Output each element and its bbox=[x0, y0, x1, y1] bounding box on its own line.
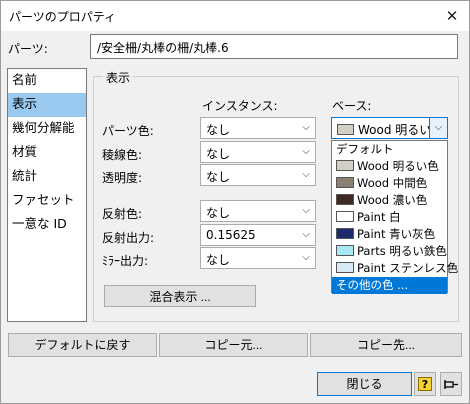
color-swatch bbox=[336, 245, 354, 256]
chevron-down-icon: ⌵ bbox=[302, 146, 310, 157]
edge-color-label: 稜線色: bbox=[102, 148, 143, 162]
parts-label: パーツ: bbox=[8, 42, 48, 56]
help-icon-glyph: ? bbox=[418, 377, 432, 391]
chevron-down-icon[interactable]: ⌵ bbox=[429, 118, 447, 138]
dropdown-item-other-colors[interactable]: その他の色 ... bbox=[332, 277, 447, 294]
transparency-instance-select[interactable]: なし ⌵ bbox=[200, 164, 316, 186]
base-column-header: ベース: bbox=[332, 99, 372, 113]
part-color-label: パーツ色: bbox=[102, 124, 154, 138]
transparency-instance-value: なし bbox=[206, 170, 231, 184]
edge-color-instance-value: なし bbox=[206, 147, 231, 161]
mirror-output-instance-value: なし bbox=[206, 253, 231, 267]
dropdown-item-default[interactable]: デフォルト bbox=[332, 141, 447, 158]
title-bar[interactable]: パーツのプロパティ ✕ bbox=[1, 1, 469, 31]
copy-to-button[interactable]: コピー先... bbox=[310, 333, 462, 357]
part-color-instance-value: なし bbox=[206, 123, 231, 137]
chevron-down-icon: ⌵ bbox=[302, 229, 310, 240]
close-icon[interactable]: ✕ bbox=[441, 5, 463, 27]
base-color-dropdown[interactable]: デフォルト Wood 明るい色 Wood 中間色 Wood 濃い色 Paint … bbox=[331, 140, 458, 294]
dropdown-item-parts-light-iron[interactable]: Parts 明るい鉄色 bbox=[332, 243, 447, 260]
dropdown-item-wood-dark[interactable]: Wood 濃い色 bbox=[332, 192, 447, 209]
mirror-output-label: ﾐﾗｰ出力: bbox=[102, 254, 149, 268]
copy-from-button[interactable]: コピー元... bbox=[159, 333, 308, 357]
category-item-name[interactable]: 名前 bbox=[8, 69, 86, 93]
category-item-facet[interactable]: ファセット bbox=[8, 189, 86, 213]
chevron-down-icon: ⌵ bbox=[302, 205, 310, 216]
blend-display-button[interactable]: 混合表示 ... bbox=[104, 285, 256, 307]
reflect-output-label: 反射出力: bbox=[102, 231, 155, 245]
color-swatch bbox=[336, 177, 354, 188]
color-swatch bbox=[336, 228, 354, 239]
instance-column-header: インスタンス: bbox=[202, 99, 278, 113]
pin-icon[interactable] bbox=[440, 372, 462, 396]
reflect-color-instance-value: なし bbox=[206, 206, 231, 220]
parts-path-field[interactable]: /安全柵/丸棒の柵/丸棒.6 bbox=[90, 34, 458, 59]
chevron-down-icon: ⌵ bbox=[302, 252, 310, 263]
color-swatch bbox=[336, 194, 354, 205]
category-item-display[interactable]: 表示 bbox=[8, 93, 86, 117]
help-icon[interactable]: ? bbox=[414, 372, 436, 396]
part-color-instance-select[interactable]: なし ⌵ bbox=[200, 117, 316, 139]
display-group-title: 表示 bbox=[103, 69, 134, 86]
color-swatch bbox=[336, 211, 354, 222]
color-swatch bbox=[336, 160, 354, 171]
category-list[interactable]: 名前 表示 幾何分解能 材質 統計 ファセット 一意な ID bbox=[7, 68, 87, 322]
category-item-material[interactable]: 材質 bbox=[8, 141, 86, 165]
reflect-color-instance-select[interactable]: なし ⌵ bbox=[200, 200, 316, 222]
base-color-swatch bbox=[337, 124, 354, 135]
window-title: パーツのプロパティ bbox=[9, 10, 117, 24]
reflect-output-instance-select[interactable]: 0.15625 ⌵ bbox=[200, 224, 316, 246]
chevron-down-icon: ⌵ bbox=[302, 122, 310, 133]
close-button[interactable]: 閉じる bbox=[317, 372, 412, 396]
dropdown-item-paint-blue-gray[interactable]: Paint 青い灰色 bbox=[332, 226, 447, 243]
category-item-statistics[interactable]: 統計 bbox=[8, 165, 86, 189]
reset-default-button[interactable]: デフォルトに戻す bbox=[8, 333, 157, 357]
category-item-geometry-resolution[interactable]: 幾何分解能 bbox=[8, 117, 86, 141]
pin-icon-glyph bbox=[444, 380, 458, 389]
chevron-down-icon: ⌵ bbox=[302, 169, 310, 180]
reflect-output-instance-value: 0.15625 bbox=[206, 228, 256, 242]
base-color-select[interactable]: Wood 明るい色 ⌵ bbox=[331, 117, 448, 139]
dropdown-item-paint-stainless[interactable]: Paint ステンレス色 bbox=[332, 260, 458, 277]
edge-color-instance-select[interactable]: なし ⌵ bbox=[200, 141, 316, 163]
dropdown-item-paint-white[interactable]: Paint 白 bbox=[332, 209, 447, 226]
reflect-color-label: 反射色: bbox=[102, 207, 143, 221]
mirror-output-instance-select[interactable]: なし ⌵ bbox=[200, 247, 316, 269]
dropdown-item-wood-medium[interactable]: Wood 中間色 bbox=[332, 175, 447, 192]
color-swatch bbox=[336, 262, 354, 273]
dropdown-item-wood-light[interactable]: Wood 明るい色 bbox=[332, 158, 447, 175]
transparency-label: 透明度: bbox=[102, 171, 143, 185]
category-item-unique-id[interactable]: 一意な ID bbox=[8, 213, 86, 237]
